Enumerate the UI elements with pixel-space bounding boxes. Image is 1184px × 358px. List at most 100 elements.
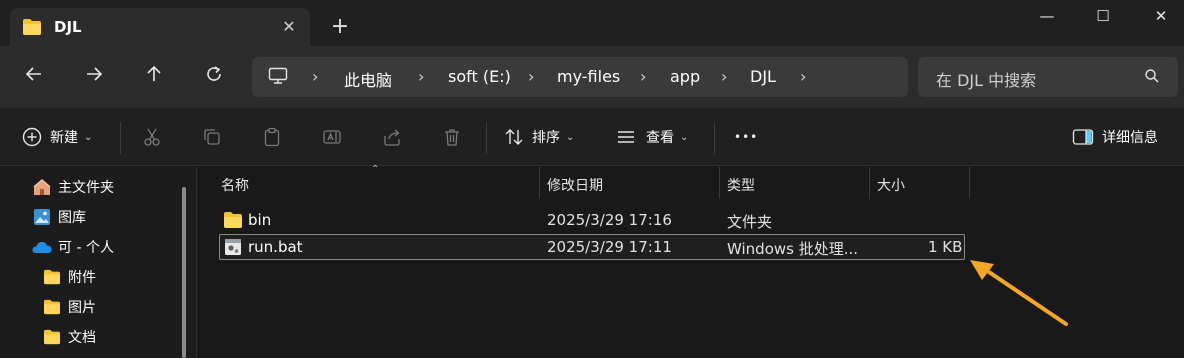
folder-icon (42, 297, 62, 317)
breadcrumb-separator: › (312, 67, 319, 86)
navigation-bar: › 此电脑 › soft (E:) › my-files › app › DJL… (0, 46, 1184, 108)
arrow-up-icon (147, 65, 161, 81)
sidebar-item-label: 图片 (68, 300, 96, 316)
tab-close-button[interactable]: ✕ (278, 16, 300, 38)
breadcrumb-app[interactable]: app (670, 67, 700, 86)
arrow-right-icon (87, 67, 103, 81)
paste-button[interactable] (262, 120, 282, 154)
file-type: 文件夹 (727, 213, 773, 231)
sidebar-item-gallery[interactable]: 图库 (32, 203, 86, 231)
rename-icon (323, 130, 341, 144)
breadcrumb-separator[interactable]: › (640, 67, 646, 86)
delete-button[interactable] (442, 120, 462, 154)
folder-icon (223, 211, 243, 233)
breadcrumb-this-pc[interactable]: 此电脑 (344, 67, 392, 91)
divider (714, 122, 715, 154)
chevron-down-icon: ⌄ (566, 131, 575, 143)
command-bar: 新建 ⌄ 排序 ⌄ 查看 ⌄ ••• 详细信息 (0, 108, 1184, 166)
new-label: 新建 (50, 130, 78, 146)
column-divider[interactable] (719, 167, 720, 199)
computer-icon (268, 67, 288, 89)
chevron-down-icon: ⌄ (84, 131, 93, 143)
file-type: Windows 批处理... (727, 240, 859, 258)
view-button[interactable]: 查看 ⌄ (616, 120, 688, 154)
details-pane-icon (1072, 129, 1094, 145)
copy-button[interactable] (202, 120, 222, 154)
more-options-button[interactable]: ••• (734, 120, 758, 154)
sidebar-item-label: 图库 (58, 210, 86, 226)
sidebar-item-label: 主文件夹 (58, 180, 114, 196)
file-modified: 2025/3/29 17:16 (547, 211, 672, 229)
sort-arrows-icon (505, 129, 523, 145)
minimize-button[interactable]: — (1024, 4, 1070, 30)
rename-button[interactable] (322, 120, 342, 154)
column-header-size[interactable]: 大小 (877, 167, 905, 199)
refresh-icon (207, 66, 221, 81)
sidebar-item-pictures[interactable]: 图片 (42, 293, 96, 321)
sidebar-item-label: 文档 (68, 330, 96, 346)
breadcrumb-soft-drive[interactable]: soft (E:) (448, 67, 511, 86)
details-pane-button[interactable]: 详细信息 (1072, 120, 1158, 154)
gallery-icon (32, 207, 52, 227)
column-header-name[interactable]: 名称 (221, 167, 249, 199)
folder-icon (42, 267, 62, 287)
trash-icon (445, 129, 459, 146)
navigation-pane: 主文件夹 图库 可 - 个人 附件 图片 文档 (0, 167, 196, 358)
forward-button[interactable] (76, 60, 112, 94)
tab-djl[interactable]: DJL ✕ (10, 8, 310, 46)
chevron-down-icon: ⌄ (680, 131, 689, 143)
breadcrumb-separator[interactable]: › (721, 67, 727, 86)
copy-icon (204, 129, 220, 145)
sidebar-scrollbar[interactable] (182, 187, 186, 358)
sidebar-item-documents[interactable]: 文档 (42, 323, 96, 351)
breadcrumb-djl[interactable]: DJL (750, 67, 776, 86)
folder-icon (42, 327, 62, 347)
refresh-button[interactable] (196, 60, 232, 94)
sidebar-item-home[interactable]: 主文件夹 (32, 173, 114, 201)
share-button[interactable] (382, 120, 402, 154)
scissors-icon (144, 128, 160, 146)
sort-button[interactable]: 排序 ⌄ (504, 120, 574, 154)
file-modified: 2025/3/29 17:11 (547, 238, 672, 256)
title-bar: DJL ✕ + — ☐ ✕ (0, 0, 1184, 46)
share-icon (384, 129, 400, 146)
onedrive-cloud-icon (32, 237, 52, 257)
sidebar-item-attachments[interactable]: 附件 (42, 263, 96, 291)
breadcrumb-my-files[interactable]: my-files (557, 67, 620, 86)
details-label: 详细信息 (1102, 130, 1158, 146)
sidebar-item-label: 可 - 个人 (58, 240, 114, 256)
maximize-button[interactable]: ☐ (1080, 4, 1126, 30)
sort-ascending-icon: ⌃ (371, 164, 380, 175)
table-row[interactable]: run.bat 2025/3/29 17:11 Windows 批处理... 1… (219, 234, 965, 260)
up-button[interactable] (136, 60, 172, 94)
plus-circle-icon (22, 127, 42, 147)
address-bar[interactable]: › 此电脑 › soft (E:) › my-files › app › DJL… (252, 57, 908, 97)
close-window-button[interactable]: ✕ (1138, 4, 1184, 30)
home-icon (32, 177, 52, 197)
file-name: run.bat (248, 238, 303, 256)
view-list-icon (618, 131, 634, 143)
cut-button[interactable] (142, 120, 162, 154)
divider (120, 122, 121, 154)
column-divider[interactable] (969, 167, 970, 199)
sort-label: 排序 (532, 130, 560, 146)
view-label: 查看 (646, 130, 674, 146)
new-tab-button[interactable]: + (326, 14, 354, 42)
column-divider[interactable] (869, 167, 870, 199)
folder-icon (22, 18, 42, 40)
back-button[interactable] (16, 60, 52, 94)
search-placeholder: 在 DJL 中搜索 (936, 71, 1037, 90)
batch-file-icon (224, 238, 242, 260)
search-icon[interactable] (1144, 68, 1160, 88)
breadcrumb-separator[interactable]: › (418, 67, 424, 86)
column-divider[interactable] (539, 167, 540, 199)
breadcrumb-separator[interactable]: › (800, 67, 806, 86)
sidebar-item-onedrive[interactable]: 可 - 个人 (32, 233, 114, 261)
search-box[interactable]: 在 DJL 中搜索 (918, 57, 1178, 97)
column-header-modified[interactable]: 修改日期 (547, 167, 603, 199)
sidebar-item-label: 附件 (68, 270, 96, 286)
column-header-type[interactable]: 类型 (727, 167, 755, 199)
table-row[interactable]: bin 2025/3/29 17:16 文件夹 (219, 207, 965, 233)
new-button[interactable]: 新建 ⌄ (22, 120, 92, 154)
breadcrumb-separator[interactable]: › (528, 67, 534, 86)
